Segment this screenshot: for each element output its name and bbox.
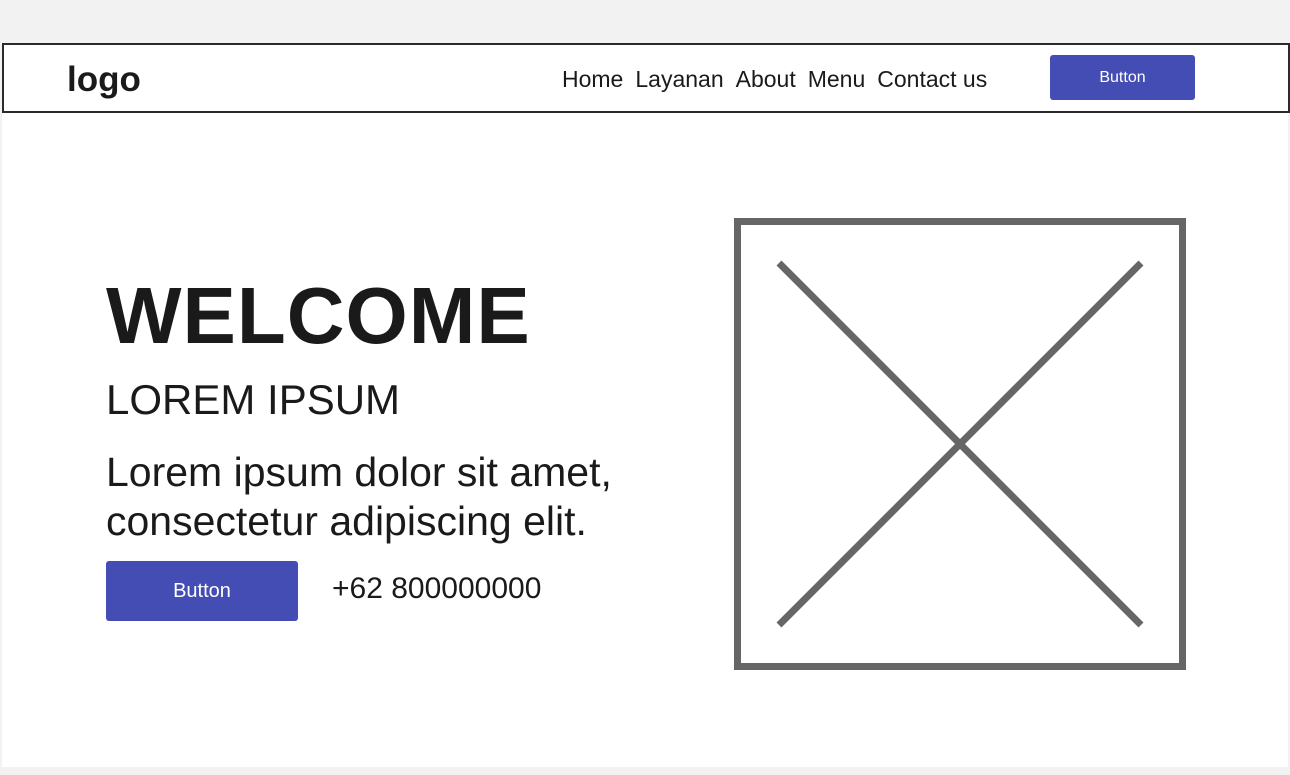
image-placeholder-icon	[734, 218, 1186, 670]
hero-subtitle: LOREM IPSUM	[106, 376, 401, 423]
hero-description: Lorem ipsum dolor sit amet, consectetur …	[106, 449, 612, 544]
hero-title: WELCOME	[106, 271, 531, 360]
hero-button[interactable]: Button	[106, 561, 298, 621]
nav-link-layanan[interactable]: Layanan	[635, 65, 723, 93]
nav-link-home[interactable]: Home	[562, 65, 623, 93]
navbar: logo Home Layanan About Menu Contact us …	[2, 43, 1290, 113]
nav-link-about[interactable]: About	[736, 65, 796, 93]
nav-menu: Home Layanan About Menu Contact us	[562, 65, 987, 93]
header-button[interactable]: Button	[1050, 55, 1195, 100]
nav-link-contact-us[interactable]: Contact us	[877, 65, 987, 93]
phone-number: +62 800000000	[332, 572, 542, 605]
logo[interactable]: logo	[67, 60, 141, 100]
nav-link-menu[interactable]: Menu	[808, 65, 866, 93]
page: logo Home Layanan About Menu Contact us …	[2, 43, 1290, 767]
